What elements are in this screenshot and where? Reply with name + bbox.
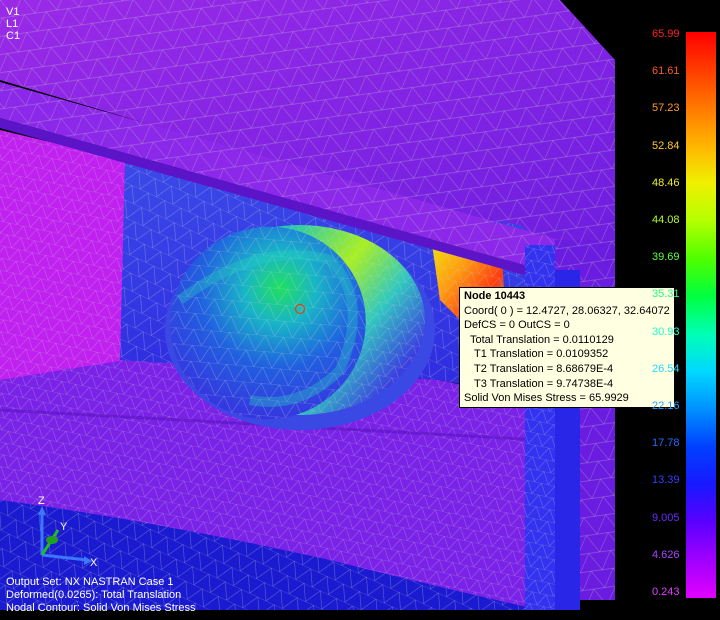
csys-tag: C1 bbox=[6, 30, 21, 42]
layer-tag: L1 bbox=[6, 18, 19, 30]
legend-color-bar bbox=[686, 32, 716, 598]
legend-value: 17.78 bbox=[652, 437, 680, 450]
triad-z-label: Z bbox=[38, 495, 45, 507]
tooltip-stress: Solid Von Mises Stress = 65.9929 bbox=[464, 392, 629, 405]
legend-value: 39.69 bbox=[652, 251, 680, 264]
tooltip-t3: T3 Translation = 9.74738E-4 bbox=[474, 377, 614, 390]
legend-value: 4.626 bbox=[652, 548, 680, 561]
tooltip-t2: T2 Translation = 8.68679E-4 bbox=[474, 362, 614, 375]
tooltip-t1: T1 Translation = 0.0109352 bbox=[474, 348, 609, 361]
legend-value: 26.54 bbox=[652, 362, 680, 375]
legend-value: 30.93 bbox=[652, 325, 680, 338]
output-set-label: Output Set: NX NASTRAN Case 1 bbox=[6, 576, 174, 588]
legend-value: 35.31 bbox=[652, 288, 680, 301]
legend-value: 9.005 bbox=[652, 511, 680, 524]
legend-value: 22.16 bbox=[652, 400, 680, 412]
legend-value: 61.61 bbox=[652, 65, 680, 78]
tooltip-node: Node 10443 bbox=[464, 290, 526, 302]
deformed-label: Deformed(0.0265): Total Translation bbox=[6, 589, 182, 601]
node-info-tooltip: Node 10443 Coord( 0 ) = 12.4727, 28.0632… bbox=[459, 287, 675, 408]
triad-y-label: Y bbox=[60, 521, 68, 533]
legend-value: 48.46 bbox=[652, 176, 680, 189]
legend-value: 57.23 bbox=[652, 102, 680, 115]
tooltip-coord: Coord( 0 ) = 12.4727, 28.06327, 32.64072 bbox=[464, 304, 670, 317]
legend-value: 65.99 bbox=[652, 28, 680, 40]
legend-value: 52.84 bbox=[652, 139, 680, 152]
tooltip-total-translation: Total Translation = 0.0110129 bbox=[470, 333, 614, 346]
legend-value: 13.39 bbox=[652, 474, 680, 487]
legend-value: 0.243 bbox=[652, 586, 680, 598]
model-viewport[interactable]: X Y Z V1 L1 C1 Node 10443 Coord( 0 ) = 1… bbox=[0, 0, 720, 620]
tooltip-cs: DefCS = 0 OutCS = 0 bbox=[464, 319, 570, 332]
triad-x-label: X bbox=[90, 557, 98, 569]
contour-label: Nodal Contour: Solid Von Mises Stress bbox=[6, 602, 196, 614]
view-tag: V1 bbox=[6, 6, 20, 18]
legend-value: 44.08 bbox=[652, 214, 680, 226]
